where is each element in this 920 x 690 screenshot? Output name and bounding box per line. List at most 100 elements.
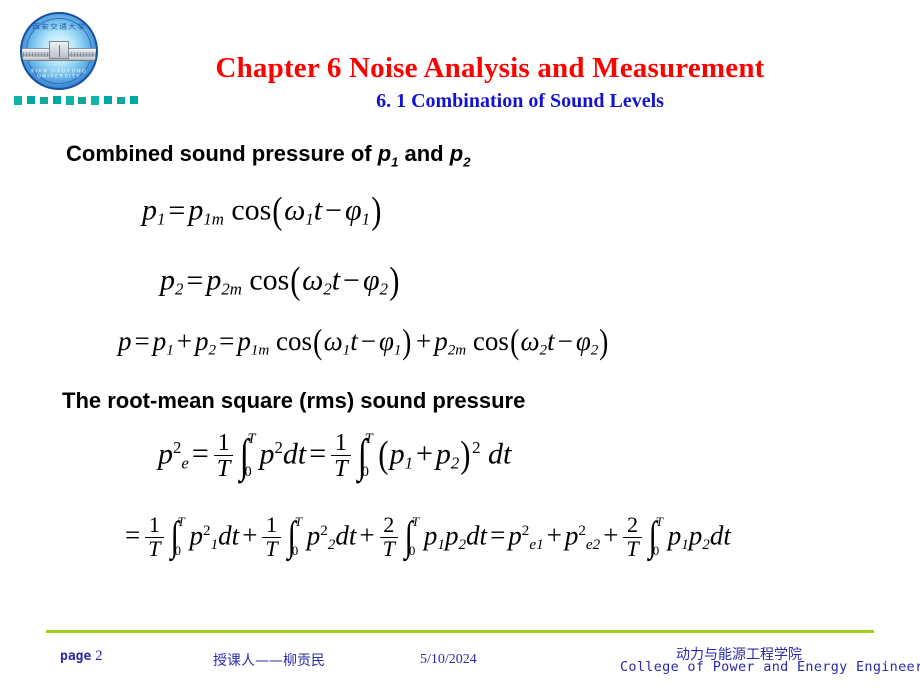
eqrms1-p1: p bbox=[389, 437, 405, 471]
eqrms2-g4b: p bbox=[688, 520, 703, 551]
eqrms2-equals-0: = bbox=[125, 520, 141, 551]
eqrms2-frac4-den: T bbox=[623, 536, 642, 561]
eqrms2-g2-sup: 2 bbox=[320, 522, 328, 539]
eqrms1-frac1-den: T bbox=[213, 455, 234, 481]
eqsum-plus-1: + bbox=[176, 325, 193, 356]
eqsum-p1: p bbox=[152, 325, 167, 356]
eqrms1-integrand-1: p bbox=[259, 437, 275, 471]
eqrms2-integral-3: ∫ T 0 bbox=[403, 515, 423, 558]
eqrms1-integrand1-sup: 2 bbox=[274, 438, 283, 458]
eqrms1-int1-lower: 0 bbox=[244, 463, 252, 480]
eq-p1-close-paren: ) bbox=[371, 190, 382, 232]
eqrms2-r1: p bbox=[508, 520, 522, 551]
eqrms2-fraction-4: 2T bbox=[623, 512, 642, 561]
eqsum-plus-2: + bbox=[415, 325, 432, 356]
eqsum-t1: t bbox=[350, 325, 358, 356]
eqrms2-dt-4: dt bbox=[709, 520, 731, 551]
eqrms2-int3-upper: T bbox=[411, 514, 420, 530]
eqrms1-fraction-2: 1T bbox=[331, 430, 351, 481]
heading-var-p1-base: p bbox=[377, 141, 392, 166]
eqsum-phi2: φ bbox=[575, 325, 591, 356]
eqrms2-plus-3: + bbox=[546, 520, 562, 551]
eq-p1-amp-sub: 1m bbox=[203, 209, 224, 229]
eq-p2-minus: − bbox=[343, 263, 360, 297]
eqrms1-p2: p bbox=[435, 437, 451, 471]
eq-p1-omega-sub: 1 bbox=[305, 209, 314, 229]
eqsum-cos-2: cos bbox=[472, 325, 509, 356]
eqsum-phi1-sub: 1 bbox=[393, 342, 402, 359]
eqsum-close-paren-1: ) bbox=[402, 323, 412, 361]
eqrms1-plus: + bbox=[415, 437, 433, 471]
eqsum-p1-sub: 1 bbox=[166, 342, 174, 359]
eqrms2-plus-1: + bbox=[242, 520, 258, 551]
eqsum-minus-2: − bbox=[557, 325, 573, 356]
eqsum-amp2: p bbox=[434, 325, 448, 356]
eqrms2-frac1-num: 1 bbox=[148, 512, 160, 537]
slide-title: Chapter 6 Noise Analysis and Measurement bbox=[215, 52, 765, 84]
footer-page-indicator: page 2 bbox=[60, 648, 103, 665]
eq-p2-phi-sub: 2 bbox=[379, 279, 388, 299]
eqrms1-fraction-1: 1T bbox=[213, 430, 234, 481]
equation-p2: p2 = p2m cos(ω2t − φ2) bbox=[160, 260, 401, 302]
eqrms2-g1: p bbox=[189, 520, 204, 551]
eqsum-open-paren-1: ( bbox=[313, 323, 323, 361]
eqrms2-frac3-num: 2 bbox=[383, 512, 395, 537]
eqrms2-g3a-sub: 1 bbox=[437, 536, 445, 553]
eqrms1-equals-1: = bbox=[191, 437, 209, 471]
eqsum-amp1-sub: 1m bbox=[250, 342, 270, 359]
eqsum-minus-1: − bbox=[360, 325, 376, 356]
eqrms1-int2-lower: 0 bbox=[361, 463, 369, 480]
eqrms2-plus-4: + bbox=[603, 520, 619, 551]
eqsum-amp1: p bbox=[237, 325, 251, 356]
eq-p1-cos: cos bbox=[231, 193, 272, 227]
eqrms2-r2: p bbox=[564, 520, 579, 551]
eqrms2-g2: p bbox=[306, 520, 321, 551]
eqrms2-g4b-sub: 2 bbox=[702, 536, 710, 553]
eq-p2-amp: p bbox=[206, 263, 222, 297]
eq-p1-minus: − bbox=[325, 193, 342, 227]
eqsum-open-paren-2: ( bbox=[510, 323, 520, 361]
eqrms1-int1-upper: T bbox=[247, 431, 256, 448]
eqsum-equals-1: = bbox=[134, 325, 150, 356]
eqrms1-p1-sub: 1 bbox=[404, 453, 413, 473]
eqrms2-r1-sub: e1 bbox=[529, 536, 544, 553]
eqrms1-frac2-num: 1 bbox=[334, 429, 348, 456]
eq-p2-omega-sub: 2 bbox=[323, 279, 332, 299]
eq-p1-phi-sub: 1 bbox=[361, 209, 370, 229]
eqrms2-frac4-num: 2 bbox=[627, 512, 639, 537]
eqrms2-int2-upper: T bbox=[294, 514, 302, 530]
eqsum-close-paren-2: ) bbox=[599, 323, 609, 361]
eqsum-omega2-sub: 2 bbox=[539, 342, 548, 359]
eqrms1-integral-1: ∫ T 0 bbox=[238, 432, 258, 479]
eqrms1-lhs-sub: e bbox=[181, 453, 189, 473]
eqsum-amp2-sub: 2m bbox=[447, 342, 467, 359]
heading-var-p2: p2 bbox=[450, 141, 471, 169]
eqrms1-int2-upper: T bbox=[364, 431, 373, 448]
eq-p2-close-paren: ) bbox=[389, 260, 400, 302]
footer-college-english: College of Power and Energy Engineering bbox=[620, 659, 920, 675]
eqrms2-r2-sup: 2 bbox=[578, 522, 586, 539]
eqrms2-frac3-den: T bbox=[379, 536, 398, 561]
eqrms2-fraction-3: 2T bbox=[379, 512, 398, 561]
eq-p2-open-paren: ( bbox=[290, 260, 301, 302]
eq-p2-amp-sub: 2m bbox=[221, 279, 242, 299]
eq-p2-equals: = bbox=[186, 263, 204, 297]
equation-p-sum: p = p1 + p2 = p1m cos(ω1t − φ1) + p2m cos(ω2t − φ2) bbox=[118, 325, 610, 360]
eqrms2-dt-1: dt bbox=[218, 520, 240, 551]
eqrms1-equals-2: = bbox=[309, 437, 327, 471]
eq-p1-open-paren: ( bbox=[272, 190, 283, 232]
heading-text-before: Combined sound pressure of bbox=[66, 141, 378, 166]
equation-rms-definition: p2e = 1 T ∫ T 0 p2dt = 1 T ∫ T 0 (p1 + p2)2 dt bbox=[158, 430, 511, 482]
eq-p1-t: t bbox=[313, 193, 323, 227]
eqrms2-int4-upper: T bbox=[655, 514, 663, 530]
eqrms2-g3b: p bbox=[444, 520, 459, 551]
eqrms2-integral-1: ∫ T 0 bbox=[169, 515, 189, 558]
footer-divider bbox=[46, 630, 874, 633]
eq-p1-amp: p bbox=[188, 193, 204, 227]
eqrms2-frac2-den: T bbox=[262, 536, 281, 561]
equation-p1: p1 = p1m cos(ω1t − φ1) bbox=[142, 190, 383, 232]
seal-top-text: 西安交通大学 bbox=[32, 22, 86, 31]
heading-rms-sound-pressure: The root-mean square (rms) sound pressur… bbox=[62, 388, 526, 413]
eqrms2-r2-sub: e2 bbox=[585, 536, 601, 553]
heading-var-p1: p1 bbox=[377, 141, 399, 169]
